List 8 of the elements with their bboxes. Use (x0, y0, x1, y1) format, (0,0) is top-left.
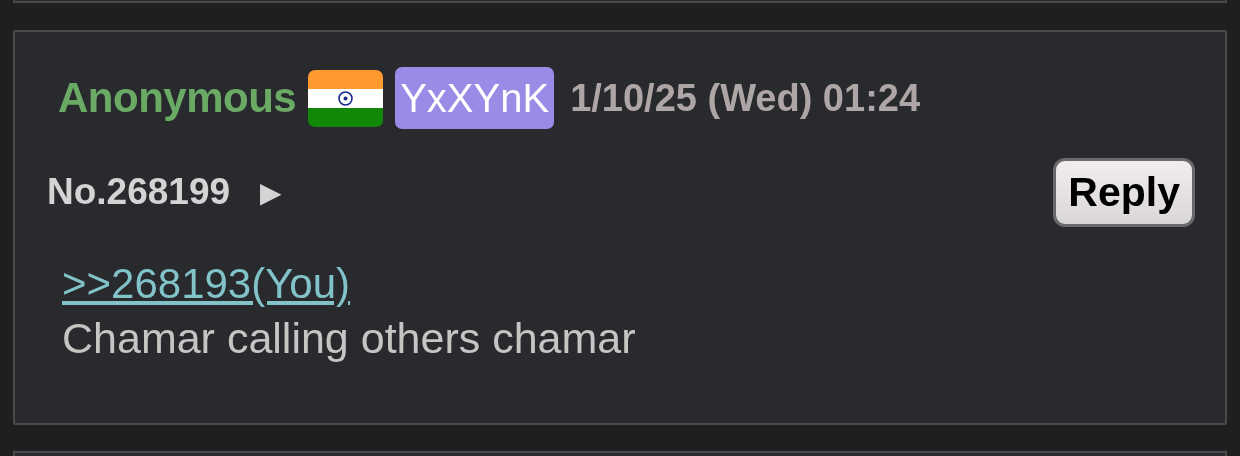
poster-name: Anonymous (58, 74, 297, 122)
quote-link[interactable]: >>268193(You) (62, 260, 351, 307)
post-number[interactable]: No.268199 (47, 171, 231, 213)
post-date: 1/10/25 (Wed) 01:24 (570, 76, 921, 120)
post-message: Chamar calling others chamar (62, 314, 637, 363)
menu-arrow[interactable]: ▶ (260, 175, 283, 209)
reply-button[interactable]: Reply (1053, 157, 1195, 227)
flag-icon (308, 69, 384, 127)
